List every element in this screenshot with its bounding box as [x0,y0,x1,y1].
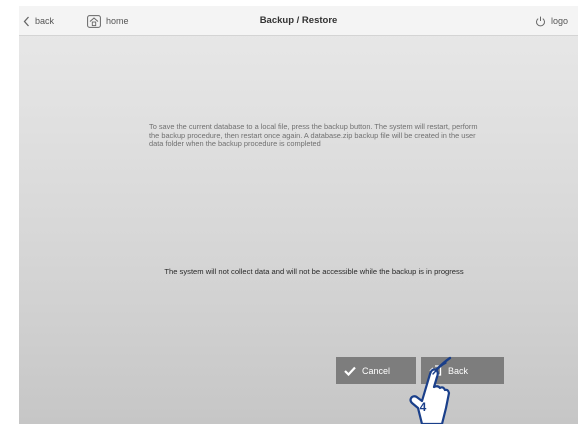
hand-pointer-icon [409,356,452,424]
backup-info-text: To save the current database to a local … [149,122,478,149]
touch-screen: back home Backup / Restore logo To save … [19,6,578,424]
checkmark-icon [344,366,356,376]
step-number-badge: 4 [419,400,427,414]
logout-button[interactable]: logo [535,13,568,29]
backup-warning-text: The system will not collect data and wil… [164,267,464,276]
power-icon [535,16,546,27]
cancel-label: Cancel [362,365,391,376]
photo-frame: back home Backup / Restore logo To save … [0,0,578,424]
top-bar: back home Backup / Restore logo [19,6,578,36]
page-title: Backup / Restore [259,15,338,26]
logout-label: logo [551,16,569,26]
